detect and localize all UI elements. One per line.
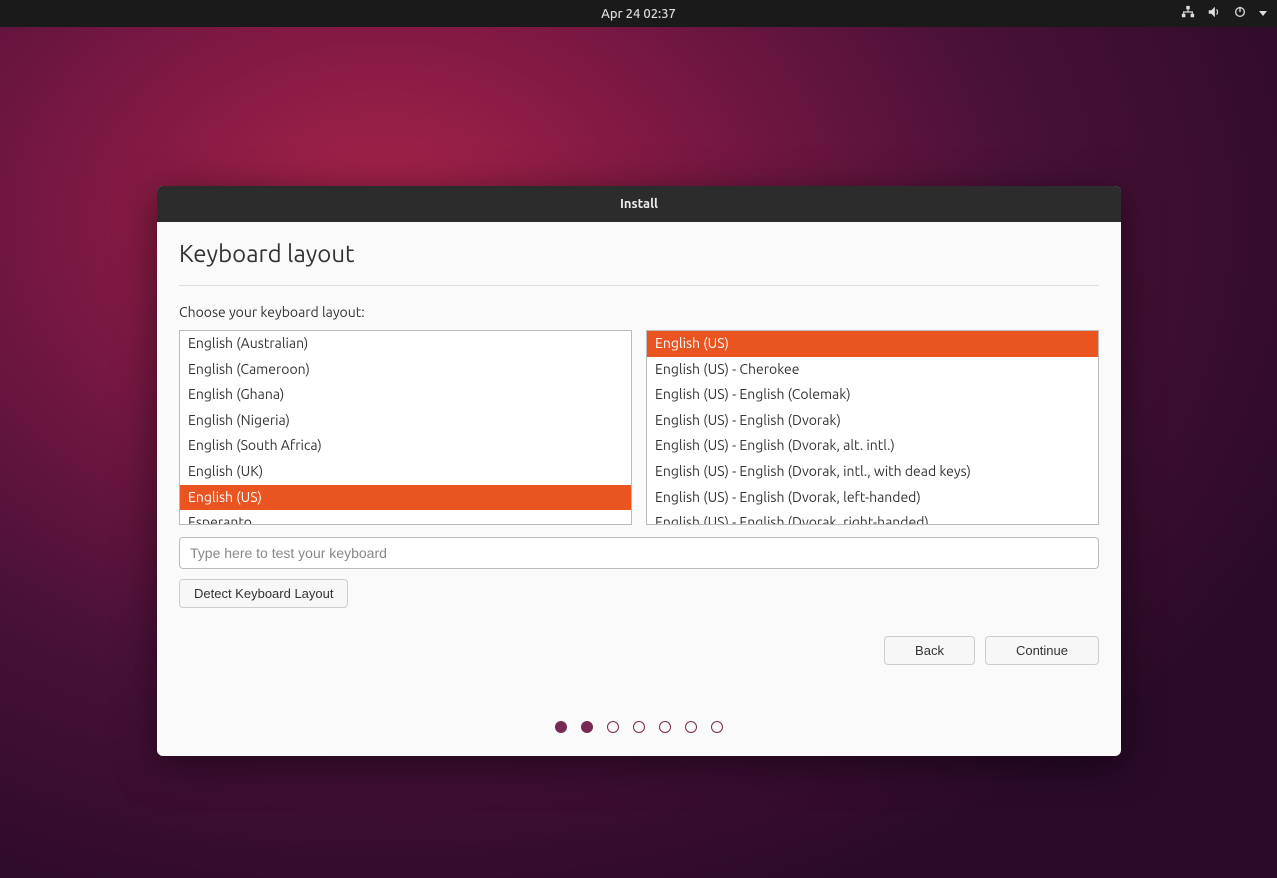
volume-icon[interactable] [1207, 5, 1221, 22]
progress-indicator [179, 721, 1099, 733]
variant-item[interactable]: English (US) - English (Dvorak) [647, 408, 1098, 434]
layout-item[interactable]: English (Cameroon) [180, 357, 631, 383]
back-button[interactable]: Back [884, 636, 975, 665]
progress-dot [555, 721, 567, 733]
variant-item[interactable]: English (US) - English (Dvorak, intl., w… [647, 459, 1098, 485]
layout-item[interactable]: English (UK) [180, 459, 631, 485]
progress-dot [581, 721, 593, 733]
test-keyboard-input[interactable] [179, 537, 1099, 569]
layout-item[interactable]: English (South Africa) [180, 433, 631, 459]
continue-button[interactable]: Continue [985, 636, 1099, 665]
variant-item[interactable]: English (US) - English (Dvorak, right-ha… [647, 510, 1098, 525]
power-icon[interactable] [1233, 5, 1247, 22]
layout-item[interactable]: English (Australian) [180, 331, 631, 357]
layout-listbox[interactable]: English (Australian)English (Cameroon)En… [179, 330, 632, 525]
layout-item[interactable]: English (US) [180, 485, 631, 511]
variant-item[interactable]: English (US) - English (Dvorak, alt. int… [647, 433, 1098, 459]
installer-window: Install Keyboard layout Choose your keyb… [157, 186, 1121, 756]
progress-dot [607, 721, 619, 733]
progress-dot [685, 721, 697, 733]
system-indicators[interactable] [1181, 5, 1267, 22]
variant-item[interactable]: English (US) - English (Colemak) [647, 382, 1098, 408]
window-title: Install [620, 197, 658, 211]
variant-item[interactable]: English (US) - English (Dvorak, left-han… [647, 485, 1098, 511]
layout-item[interactable]: English (Nigeria) [180, 408, 631, 434]
variant-listbox[interactable]: English (US)English (US) - CherokeeEngli… [646, 330, 1099, 525]
page-heading: Keyboard layout [179, 240, 1099, 267]
progress-dot [633, 721, 645, 733]
clock[interactable]: Apr 24 02:37 [601, 7, 676, 21]
progress-dot [659, 721, 671, 733]
layout-item[interactable]: Esperanto [180, 510, 631, 525]
chevron-down-icon[interactable] [1259, 11, 1267, 16]
top-panel: Apr 24 02:37 [0, 0, 1277, 27]
prompt-label: Choose your keyboard layout: [179, 304, 1099, 320]
network-icon[interactable] [1181, 5, 1195, 22]
window-titlebar: Install [157, 186, 1121, 222]
layout-item[interactable]: English (Ghana) [180, 382, 631, 408]
variant-item[interactable]: English (US) [647, 331, 1098, 357]
variant-item[interactable]: English (US) - Cherokee [647, 357, 1098, 383]
detect-layout-button[interactable]: Detect Keyboard Layout [179, 579, 348, 608]
progress-dot [711, 721, 723, 733]
divider [179, 285, 1099, 286]
